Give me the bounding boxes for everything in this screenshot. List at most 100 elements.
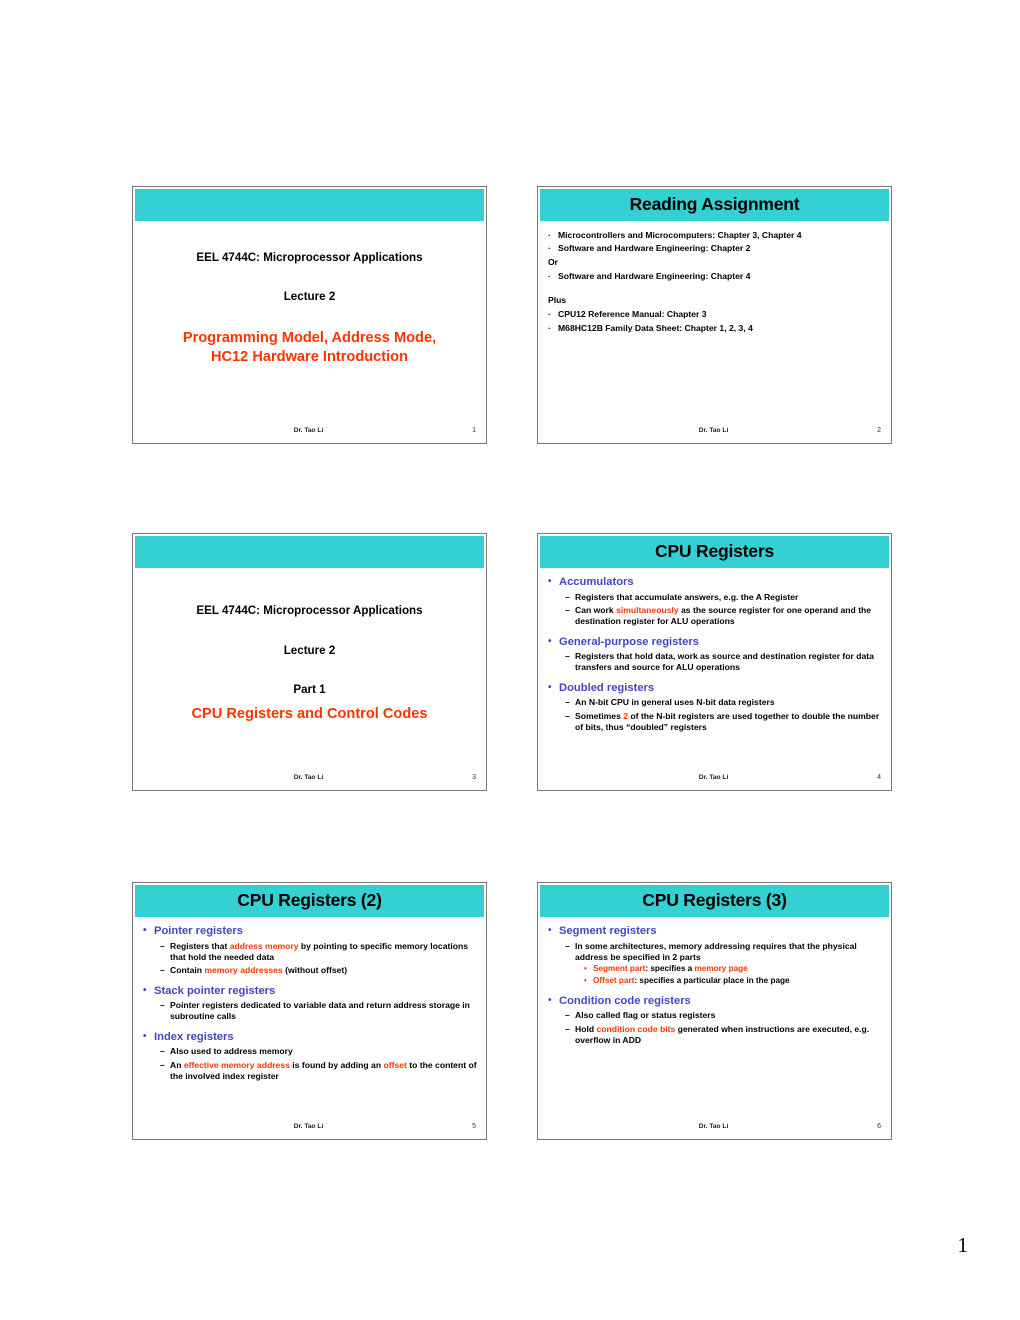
list-item-text: CPU12 Reference Manual: Chapter 3 [558,309,707,320]
list-item-text: Sometimes 2 of the N-bit registers are u… [575,711,882,734]
list-item-text: Can work simultaneously as the source re… [575,605,882,628]
highlight-text: Segment part [593,964,646,974]
plain-text: is found by adding an [289,1059,384,1070]
list-item-text: Also used to address memory [170,1046,293,1057]
bullet-icon: · [548,309,551,320]
slide-3-header-band [135,536,484,568]
list-item-text: Software and Hardware Engineering: Chapt… [558,243,751,254]
list-item-text: Hold condition code bits generated when … [575,1024,882,1047]
slide-4-header-band: CPU Registers [540,536,889,568]
slide-2-footer-author: Dr. Tao Li [698,426,729,434]
plain-text: : specifies a [645,964,695,974]
list-item: · CPU12 Reference Manual: Chapter 3 [548,309,882,320]
slide-1-body: EEL 4744C: Microprocessor Applications L… [133,227,486,413]
slide-3[interactable]: EEL 4744C: Microprocessor Applications L… [132,533,487,791]
slide-4-footer: Dr. Tao Li 4 [544,771,883,783]
list-item: · Software and Hardware Engineering: Cha… [548,271,882,282]
slide-5-footer-author: Dr. Tao Li [293,1122,324,1130]
list-item-text: An effective memory address is found by … [170,1060,477,1083]
list-item: • Accumulators [548,575,882,590]
slide-3-footer: Dr. Tao Li 3 [139,771,478,783]
list-item: – Sometimes 2 of the N-bit registers are … [548,711,882,734]
list-item: – Pointer registers dedicated to variable… [143,1000,477,1023]
dash-icon: – [160,965,165,976]
list-item: · Software and Hardware Engineering: Cha… [548,243,882,254]
slide-6-title: CPU Registers (3) [642,890,787,911]
plain-text: An [170,1059,184,1070]
list-item-text: Contain memory addresses (without offset… [170,965,347,976]
list-item-text: Pointer registers dedicated to variable … [170,1000,477,1023]
highlight-text: effective memory address [183,1059,290,1070]
slide-3-lecture: Lecture 2 [283,644,336,657]
dash-icon: – [565,651,570,662]
list-item-text: M68HC12B Family Data Sheet: Chapter 1, 2… [558,323,753,334]
slide-6-number: 6 [877,1122,881,1130]
slide-3-number: 3 [472,773,476,781]
slide-3-body: EEL 4744C: Microprocessor Applications L… [133,574,486,760]
slide-6[interactable]: CPU Registers (3) • Segment registers – In … [537,882,892,1140]
list-item: • Doubled registers [548,681,882,696]
list-item-text: Microcontrollers and Microcomputers: Cha… [558,229,802,240]
list-item: • General-purpose registers [548,635,882,650]
list-item-text: Segment part: specifies a memory page [593,964,748,975]
list-item: – Contain memory addresses (without offse… [143,965,477,976]
plain-text: Registers that accumulate answers, e.g. … [575,591,799,602]
dash-icon: – [160,1000,165,1011]
slide-5-number: 5 [472,1122,476,1130]
bullet-icon: • [548,925,552,936]
slide-3-topic-line1: CPU Registers and Control Codes [191,706,428,722]
dash-icon: – [565,697,570,708]
list-item: • Stack pointer registers [143,984,477,999]
list-item: – Registers that address memory by pointi… [143,941,477,964]
dash-icon: – [565,940,570,951]
list-item: • Condition code registers [548,994,882,1009]
slide-5[interactable]: CPU Registers (2) • Pointer registers – Reg… [132,882,487,1140]
slide-4-body: • Accumulators – Registers that accumulate … [542,570,887,764]
highlight-text: offset [383,1059,407,1070]
slide-1[interactable]: EEL 4744C: Microprocessor Applications L… [132,186,487,444]
plain-text: Registers that [170,940,230,951]
slide-2-body: · Microcontrollers and Microcomputers: C… [542,223,887,417]
bullet-icon: • [143,925,147,936]
list-item-text: General-purpose registers [559,635,699,648]
slide-3-course: EEL 4744C: Microprocessor Applications [196,604,423,617]
dash-icon: – [565,604,570,615]
slide-4[interactable]: CPU Registers • Accumulators – Registers th… [537,533,892,791]
dash-icon: – [565,1010,570,1021]
slide-1-topic-line1: Programming Model, Address Mode, [182,330,437,346]
list-item: • Pointer registers [143,924,477,939]
list-connector-or: Or [548,257,559,268]
list-item: – In some architectures, memory addressin… [548,941,882,964]
list-item: · M68HC12B Family Data Sheet: Chapter 1,… [548,323,882,334]
slide-1-footer-author: Dr. Tao Li [293,426,324,434]
slide-1-lecture: Lecture 2 [283,290,336,303]
list-item: • Segment registers [548,924,882,939]
list-item: · Microcontrollers and Microcomputers: C… [548,230,882,241]
slide-3-part: Part 1 [293,683,326,696]
plain-text: (without offset) [282,965,348,976]
slide-5-header-band: CPU Registers (2) [135,885,484,917]
list-item: – Hold condition code bits generated when… [548,1024,882,1047]
slide-6-body: • Segment registers – In some architectures… [542,919,887,1113]
list-item-text: Segment registers [559,925,657,937]
list-item-text: Offset part: specifies a particular plac… [593,976,790,987]
dash-icon: – [160,1059,165,1070]
list-item-text: Condition code registers [559,994,691,1007]
highlight-text: condition code bits [596,1023,676,1034]
dash-icon: – [565,710,570,721]
list-item: – An effective memory address is found by… [143,1060,477,1083]
bullet-icon: • [143,984,147,996]
slide-4-footer-author: Dr. Tao Li [698,773,729,781]
slide-3-footer-author: Dr. Tao Li [293,773,324,781]
highlight-text: memory page [694,964,748,974]
list-item-text: In some architectures, memory addressing… [575,941,882,964]
plain-text: : specifies a particular place in the pa… [634,976,790,986]
slide-1-footer: Dr. Tao Li 1 [139,424,478,436]
slide-1-course: EEL 4744C: Microprocessor Applications [196,251,423,264]
plain-text: Also used to address memory [170,1046,293,1057]
slide-2-footer: Dr. Tao Li 2 [544,424,883,436]
slide-2[interactable]: Reading Assignment · Microcontrollers an… [537,186,892,444]
bullet-icon: · [548,243,551,254]
slide-5-title: CPU Registers (2) [237,890,382,911]
